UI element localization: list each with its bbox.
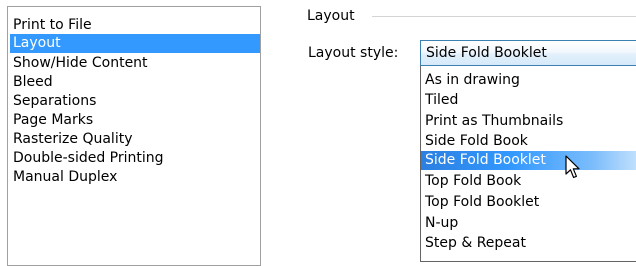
layout-style-dropdown[interactable]: Side Fold Booklet bbox=[420, 40, 636, 66]
option-print-as-thumbnails[interactable]: Print as Thumbnails bbox=[421, 112, 636, 131]
option-side-fold-book[interactable]: Side Fold Book bbox=[421, 132, 636, 151]
layout-style-label: Layout style: bbox=[308, 45, 399, 61]
option-n-up[interactable]: N-up bbox=[421, 214, 636, 233]
category-list[interactable]: Print to File Layout Show/Hide Content B… bbox=[7, 6, 261, 266]
option-step-and-repeat[interactable]: Step & Repeat bbox=[421, 234, 636, 253]
arrow-cursor-icon bbox=[565, 155, 580, 179]
option-as-in-drawing[interactable]: As in drawing bbox=[421, 71, 636, 90]
layout-group-title: Layout bbox=[307, 7, 361, 25]
category-item-print-to-file[interactable]: Print to File bbox=[10, 16, 260, 35]
category-item-separations[interactable]: Separations bbox=[10, 92, 260, 111]
layout-style-options-list[interactable]: As in drawing Tiled Print as Thumbnails … bbox=[420, 66, 636, 262]
option-side-fold-booklet[interactable]: Side Fold Booklet bbox=[421, 151, 636, 170]
category-item-bleed[interactable]: Bleed bbox=[10, 73, 260, 92]
option-top-fold-book[interactable]: Top Fold Book bbox=[421, 172, 636, 191]
layout-style-selected-value: Side Fold Booklet bbox=[426, 45, 547, 61]
option-top-fold-booklet[interactable]: Top Fold Booklet bbox=[421, 193, 636, 212]
category-item-page-marks[interactable]: Page Marks bbox=[10, 111, 260, 130]
category-item-show-hide-content[interactable]: Show/Hide Content bbox=[10, 54, 260, 73]
group-divider bbox=[372, 16, 636, 17]
category-item-manual-duplex[interactable]: Manual Duplex bbox=[10, 168, 260, 187]
category-item-rasterize-quality[interactable]: Rasterize Quality bbox=[10, 130, 260, 149]
category-item-double-sided-printing[interactable]: Double-sided Printing bbox=[10, 149, 260, 168]
category-item-layout[interactable]: Layout bbox=[10, 34, 260, 53]
option-tiled[interactable]: Tiled bbox=[421, 91, 636, 110]
